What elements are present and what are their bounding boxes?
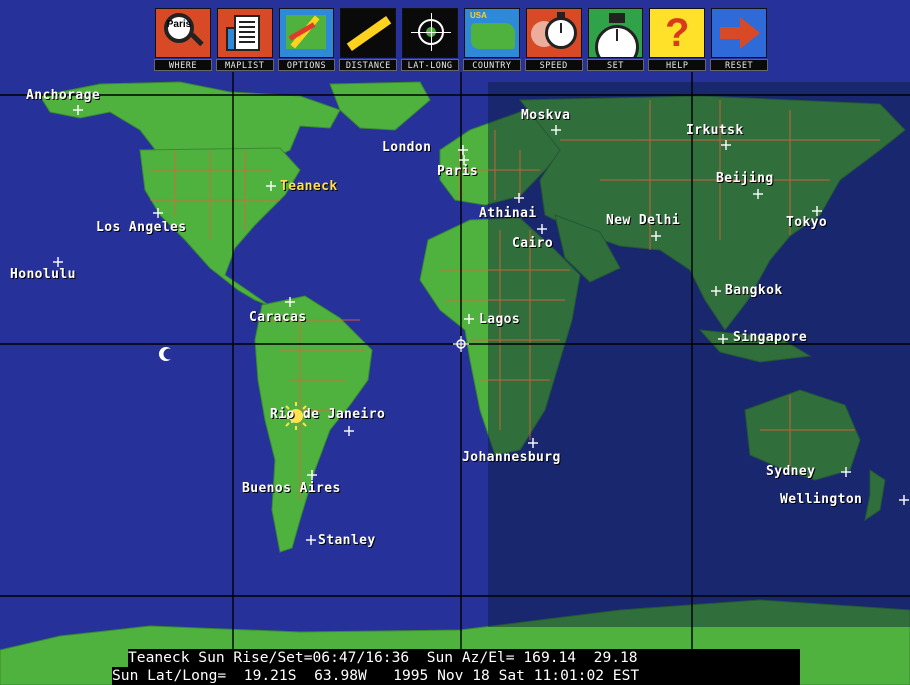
help-glyph: ? <box>665 11 690 55</box>
status-line-sunrise: Teaneck Sun Rise/Set=06:47/16:36 Sun Az/… <box>128 649 800 667</box>
country-button[interactable]: USA COUNTRY <box>461 6 523 72</box>
city-label[interactable]: Moskva <box>521 109 570 123</box>
city-label[interactable]: New Delhi <box>606 214 680 228</box>
city-label[interactable]: Lagos <box>479 313 520 327</box>
city-label[interactable]: Paris <box>437 165 478 179</box>
where-button[interactable]: Paris WHERE <box>152 6 214 72</box>
options-label: OPTIONS <box>277 59 336 71</box>
city-label[interactable]: Honolulu <box>10 268 76 282</box>
city-label[interactable]: Irkutsk <box>686 124 744 138</box>
city-label[interactable]: London <box>382 141 431 155</box>
distance-label: DISTANCE <box>339 59 398 71</box>
question-mark-icon: ? <box>649 8 706 58</box>
city-label[interactable]: Johannesburg <box>462 451 561 465</box>
magnifier-text: Paris <box>166 19 192 30</box>
where-label: WHERE <box>154 59 212 71</box>
city-label[interactable]: Beijing <box>716 172 774 186</box>
help-label: HELP <box>648 59 707 71</box>
city-label[interactable]: Athinai <box>479 207 537 221</box>
set-clock-icon <box>587 8 644 58</box>
stopwatch-speed-icon <box>525 8 582 58</box>
reset-label: RESET <box>710 59 768 71</box>
world-clock-screen: Paris WHERE MAPLIST OPTIONS DISTANCE LAT… <box>0 0 910 685</box>
speed-button[interactable]: SPEED <box>523 6 585 72</box>
city-label[interactable]: Stanley <box>318 534 376 548</box>
reset-button[interactable]: RESET <box>708 6 770 72</box>
city-label[interactable]: Singapore <box>733 331 807 345</box>
home-city-label[interactable]: Teaneck <box>280 180 338 194</box>
set-label: SET <box>586 59 645 71</box>
status-line-sun-position: Sun Lat/Long= 19.21S 63.98W 1995 Nov 18 … <box>112 667 800 685</box>
country-label: COUNTRY <box>462 59 521 71</box>
map-list-icon <box>216 8 273 58</box>
help-button[interactable]: ? HELP <box>646 6 708 72</box>
city-label[interactable]: Rio de Janeiro <box>270 408 385 422</box>
city-label[interactable]: Bangkok <box>725 284 783 298</box>
city-label[interactable]: Los Angeles <box>96 221 187 235</box>
city-label[interactable]: Wellington <box>780 493 862 507</box>
magnifier-paris-icon: Paris <box>155 8 211 58</box>
city-label[interactable]: Sydney <box>766 465 815 479</box>
speed-label: SPEED <box>524 59 583 71</box>
city-label[interactable]: Buenos Aires <box>242 482 341 496</box>
toolbar: Paris WHERE MAPLIST OPTIONS DISTANCE LAT… <box>152 6 770 72</box>
ruler-icon <box>340 8 397 58</box>
maplist-label: MAPLIST <box>215 59 274 71</box>
set-button[interactable]: SET <box>585 6 647 72</box>
lat-long-button[interactable]: LAT-LONG <box>399 6 461 72</box>
city-label[interactable]: Cairo <box>512 237 553 251</box>
city-label[interactable]: Tokyo <box>786 216 827 230</box>
city-label[interactable]: Anchorage <box>26 89 100 103</box>
country-map-icon: USA <box>463 8 520 58</box>
distance-button[interactable]: DISTANCE <box>337 6 399 72</box>
lat-long-label: LAT-LONG <box>401 59 459 71</box>
night-overlay <box>488 82 910 627</box>
country-icon-text: USA <box>469 11 487 20</box>
right-arrow-icon <box>711 8 767 58</box>
options-button[interactable]: OPTIONS <box>276 6 338 72</box>
maplist-button[interactable]: MAPLIST <box>214 6 276 72</box>
crosshair-globe-icon <box>402 8 458 58</box>
options-pencil-icon <box>278 8 335 58</box>
city-label[interactable]: Caracas <box>249 311 307 325</box>
